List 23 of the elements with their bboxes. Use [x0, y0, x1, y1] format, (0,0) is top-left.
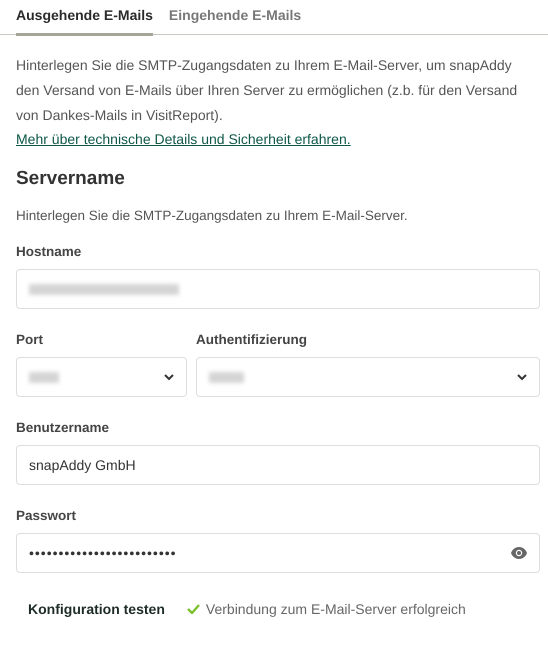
- select-field[interactable]: [16, 357, 187, 397]
- select-field[interactable]: [196, 357, 540, 397]
- section-title: Servername: [16, 168, 126, 190]
- tab[interactable]: Eingehende E-Mails: [168, 4, 302, 36]
- chevron-down-icon: [164, 374, 174, 380]
- field-label: Authentifizierung: [196, 332, 307, 347]
- field-label: Benutzername: [16, 420, 110, 435]
- field-label: Port: [16, 332, 43, 347]
- intro-text: Hinterlegen Sie die SMTP-Zugangsdaten zu Ihrem E-Mail-Server, um snapAddy den Versand von E-Mails über Ihren Server zu ermöglichen (z.b. für den Versand von Dankes-Mails in VisitReport).: [16, 56, 518, 125]
- details-link[interactable]: Mehr über technische Details und Sicherheit erfahren.: [16, 128, 351, 150]
- chevron-down-icon: [517, 374, 527, 380]
- field-value: snapAddy GmbH: [29, 457, 136, 473]
- field-label: Passwort: [16, 508, 76, 523]
- section-description: Hinterlegen Sie die SMTP-Zugangsdaten zu Ihrem E-Mail-Server.: [16, 208, 409, 223]
- input-field[interactable]: [16, 269, 540, 309]
- password-field[interactable]: •••••••••••••••••••••••••: [16, 533, 540, 573]
- eye-icon[interactable]: [511, 547, 527, 559]
- tab[interactable]: Ausgehende E-Mails: [16, 4, 153, 36]
- status-message: Verbindung zum E-Mail-Server erfolgreich: [206, 601, 466, 617]
- password-dots: •••••••••••••••••••••••••: [29, 545, 177, 561]
- field-label: Hostname: [16, 244, 82, 259]
- test-configuration-button[interactable]: Konfiguration testen: [28, 601, 165, 617]
- input-field[interactable]: snapAddy GmbH: [16, 445, 540, 485]
